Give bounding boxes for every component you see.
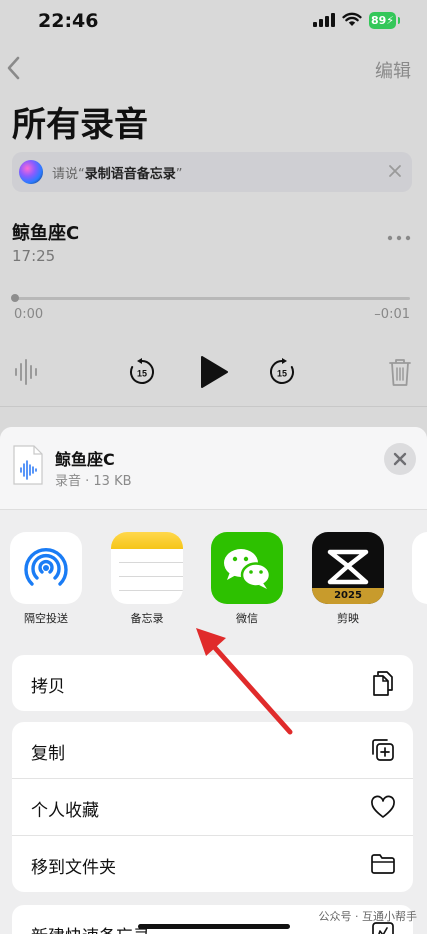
app-icon <box>412 532 427 604</box>
action-label: 移到文件夹 <box>31 858 116 878</box>
skip-back-seconds: 15 <box>137 369 147 379</box>
scrubber-knob[interactable] <box>11 294 19 302</box>
play-icon[interactable] <box>199 355 229 389</box>
share-app-label: 隔空投送 <box>24 612 68 625</box>
skip-back-icon: 15 <box>130 358 154 384</box>
playback-scrubber[interactable] <box>12 297 410 300</box>
siri-prompt-prefix: 请说“ <box>52 167 85 182</box>
more-options-icon[interactable] <box>386 233 412 243</box>
skip-forward-icon: 15 <box>270 358 294 384</box>
action-label: 个人收藏 <box>31 801 99 821</box>
action-label: 拷贝 <box>31 677 65 697</box>
trash-icon[interactable] <box>388 357 412 387</box>
share-app-label: 剪映 <box>337 612 359 625</box>
edit-button[interactable]: 编辑 <box>375 57 411 83</box>
heart-icon <box>371 795 395 818</box>
notes-icon <box>111 532 183 604</box>
recording-title[interactable]: 鲸鱼座C <box>12 219 79 245</box>
elapsed-time: 0:00 <box>14 307 44 322</box>
waveform-icon[interactable] <box>13 358 39 386</box>
skip-forward-15-button[interactable]: 15 <box>268 358 296 386</box>
duplicate-icon <box>372 739 394 761</box>
divider <box>0 406 427 407</box>
share-app-partial[interactable] <box>412 532 427 604</box>
share-app-airdrop[interactable]: 隔空投送 <box>10 532 82 626</box>
airdrop-icon <box>10 532 82 604</box>
recording-time: 17:25 <box>12 247 56 265</box>
siri-suggestion-banner[interactable]: 请说“录制语音备忘录” <box>12 152 412 192</box>
action-label: 新建快速备忘录 <box>31 922 150 934</box>
share-app-label: 备忘录 <box>130 612 164 625</box>
action-favorite[interactable]: 个人收藏 <box>12 779 413 836</box>
share-app-wechat[interactable]: 微信 <box>211 532 283 626</box>
folder-icon <box>371 854 395 874</box>
copy-doc-icon <box>373 671 393 696</box>
status-time: 22:46 <box>38 10 99 32</box>
battery-tip <box>398 17 400 24</box>
close-icon <box>393 452 407 466</box>
shared-file-meta: 录音 · 13 KB <box>55 474 132 489</box>
siri-prompt-phrase: 录制语音备忘录 <box>84 167 176 182</box>
battery-icon: 89⚡ <box>369 12 396 29</box>
home-indicator[interactable] <box>138 924 290 929</box>
status-bar: 22:46 89⚡ <box>0 0 427 40</box>
skip-back-15-button[interactable]: 15 <box>128 358 156 386</box>
capcut-badge: 2025 <box>312 588 384 604</box>
siri-icon <box>19 160 43 184</box>
remaining-time: –0:01 <box>374 307 410 322</box>
share-apps-row: 隔空投送 备忘录 微信 2025 剪映 <box>0 532 427 632</box>
share-actions-group: 复制 个人收藏 移到文件夹 <box>12 722 413 892</box>
action-label: 复制 <box>31 744 65 764</box>
wifi-icon <box>342 12 362 26</box>
share-sheet-header: 鲸鱼座C 录音 · 13 KB <box>0 427 427 510</box>
capcut-icon: 2025 <box>312 532 384 604</box>
battery-level: 89 <box>370 14 387 27</box>
annotation-arrow-icon <box>196 628 293 735</box>
skip-forward-seconds: 15 <box>277 369 287 379</box>
shared-file-name: 鲸鱼座C <box>55 450 115 469</box>
siri-prompt-suffix: ” <box>175 167 183 182</box>
share-app-capcut[interactable]: 2025 剪映 <box>312 532 384 626</box>
share-app-notes[interactable]: 备忘录 <box>111 532 183 626</box>
close-icon[interactable] <box>386 162 404 180</box>
watermark: 公众号 · 互通小帮手 <box>318 910 418 923</box>
action-move-to-folder[interactable]: 移到文件夹 <box>12 836 413 892</box>
back-chevron-icon[interactable] <box>4 54 24 82</box>
audio-file-icon <box>13 445 43 485</box>
share-sheet-close-button[interactable] <box>384 443 416 475</box>
siri-prompt: 请说“录制语音备忘录” <box>52 163 183 182</box>
cellular-signal-icon <box>313 13 335 27</box>
wechat-icon <box>211 532 283 604</box>
page-title: 所有录音 <box>12 105 148 145</box>
